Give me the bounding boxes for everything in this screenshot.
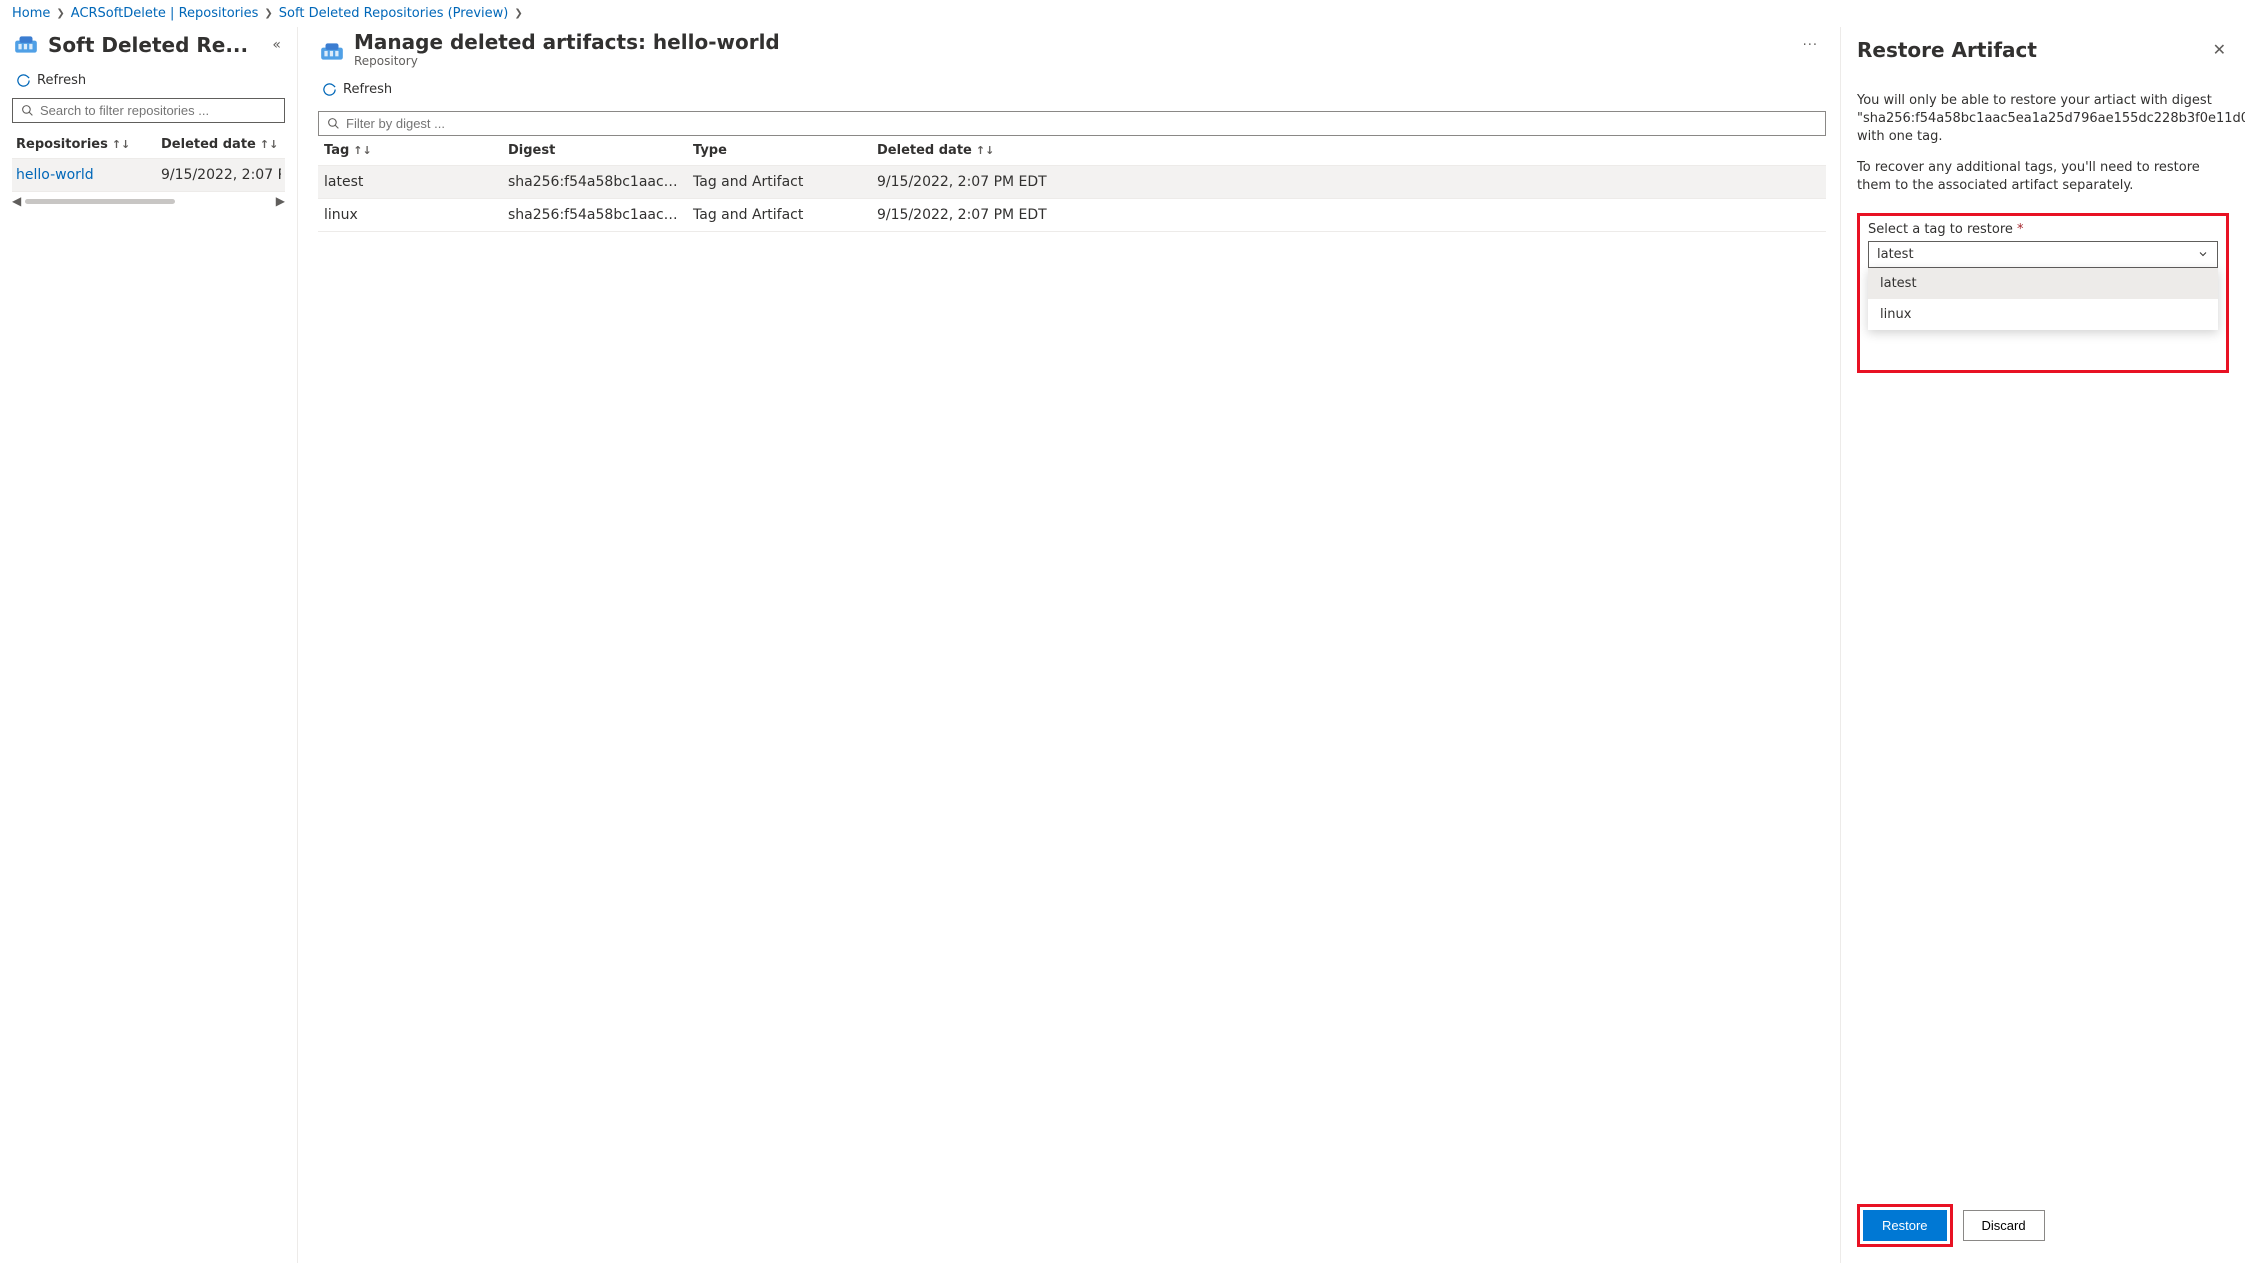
refresh-label: Refresh (37, 73, 86, 88)
close-icon[interactable]: ✕ (2210, 37, 2229, 62)
col-deleted-date[interactable]: Deleted date ↑↓ (161, 137, 281, 152)
sidebar-title: Soft Deleted Re... (48, 33, 260, 57)
scroll-left-icon[interactable]: ◀ (12, 194, 21, 208)
discard-button[interactable]: Discard (1963, 1210, 2045, 1241)
collapse-icon[interactable]: « (268, 33, 285, 57)
more-actions-button[interactable]: ··· (1795, 34, 1826, 57)
breadcrumb-soft-deleted[interactable]: Soft Deleted Repositories (Preview) (279, 6, 509, 21)
refresh-icon (322, 82, 337, 97)
search-input[interactable] (40, 103, 276, 118)
sort-icon: ↑↓ (353, 144, 371, 157)
tag-dropdown: latest linux (1868, 268, 2218, 330)
sidebar-search[interactable] (12, 98, 285, 123)
cell-digest: sha256:f54a58bc1aac5ea1a25... (508, 207, 693, 223)
repo-table-header: Repositories ↑↓ Deleted date ↑↓ (12, 131, 285, 159)
panel-description-2: To recover any additional tags, you'll n… (1857, 159, 2229, 195)
refresh-label: Refresh (343, 82, 392, 97)
search-icon (21, 104, 34, 117)
col-digest[interactable]: Digest (508, 143, 693, 158)
registry-icon (12, 31, 40, 59)
center-refresh-button[interactable]: Refresh (318, 68, 1826, 107)
cell-date: 9/15/2022, 2:07 PM EDT (877, 174, 1820, 190)
select-label: Select a tag to restore * (1868, 222, 2218, 237)
panel-title: Restore Artifact (1857, 38, 2037, 62)
registry-icon (318, 38, 346, 66)
breadcrumb-repositories[interactable]: ACRSoftDelete | Repositories (71, 6, 259, 21)
tag-select[interactable]: latest (1868, 241, 2218, 268)
col-tag[interactable]: Tag ↑↓ (324, 143, 508, 158)
table-row[interactable]: linux sha256:f54a58bc1aac5ea1a25... Tag … (318, 199, 1826, 232)
sidebar: Soft Deleted Re... « Refresh Repositorie… (0, 27, 298, 1263)
repo-date: 9/15/2022, 2:07 PM E (161, 167, 281, 183)
required-indicator: * (2017, 222, 2024, 237)
tag-option-latest[interactable]: latest (1868, 268, 2218, 299)
sidebar-refresh-button[interactable]: Refresh (12, 59, 285, 98)
cell-digest: sha256:f54a58bc1aac5ea1a25... (508, 174, 693, 190)
restore-button[interactable]: Restore (1863, 1210, 1947, 1241)
chevron-right-icon: ❯ (56, 8, 64, 19)
selected-tag: latest (1877, 247, 1914, 262)
col-deleted-date[interactable]: Deleted date ↑↓ (877, 143, 1820, 158)
sort-icon: ↑↓ (112, 138, 130, 151)
cell-date: 9/15/2022, 2:07 PM EDT (877, 207, 1820, 223)
table-header: Tag ↑↓ Digest Type Deleted date ↑↓ (318, 136, 1826, 166)
breadcrumb: Home ❯ ACRSoftDelete | Repositories ❯ So… (0, 0, 2245, 27)
cell-type: Tag and Artifact (693, 174, 877, 190)
chevron-down-icon (2197, 248, 2209, 260)
breadcrumb-home[interactable]: Home (12, 6, 50, 21)
filter-digest[interactable] (318, 111, 1826, 136)
horizontal-scrollbar[interactable]: ◀ ▶ (12, 192, 285, 208)
scrollbar-thumb[interactable] (25, 199, 175, 204)
search-icon (327, 117, 340, 130)
cell-type: Tag and Artifact (693, 207, 877, 223)
repo-name[interactable]: hello-world (16, 167, 161, 183)
table-row[interactable]: latest sha256:f54a58bc1aac5ea1a25... Tag… (318, 166, 1826, 199)
main-content: Manage deleted artifacts: hello-world Re… (298, 27, 1841, 1263)
sort-icon: ↑↓ (976, 144, 994, 157)
col-repositories[interactable]: Repositories ↑↓ (16, 137, 161, 152)
repo-row[interactable]: hello-world 9/15/2022, 2:07 PM E (12, 159, 285, 192)
page-subtitle: Repository (354, 54, 780, 68)
tag-option-linux[interactable]: linux (1868, 299, 2218, 330)
sort-icon: ↑↓ (260, 138, 278, 151)
chevron-right-icon: ❯ (514, 8, 522, 19)
refresh-icon (16, 73, 31, 88)
restore-button-highlight: Restore (1857, 1204, 1953, 1247)
panel-description-1: You will only be able to restore your ar… (1857, 92, 2229, 147)
cell-tag: latest (324, 174, 508, 190)
col-type[interactable]: Type (693, 143, 877, 158)
tag-select-highlight: Select a tag to restore * latest latest … (1857, 213, 2229, 373)
restore-artifact-panel: Restore Artifact ✕ You will only be able… (1841, 27, 2245, 1263)
filter-input[interactable] (346, 116, 1817, 131)
page-title: Manage deleted artifacts: hello-world (354, 30, 780, 54)
cell-tag: linux (324, 207, 508, 223)
scroll-right-icon[interactable]: ▶ (276, 194, 285, 208)
chevron-right-icon: ❯ (264, 8, 272, 19)
